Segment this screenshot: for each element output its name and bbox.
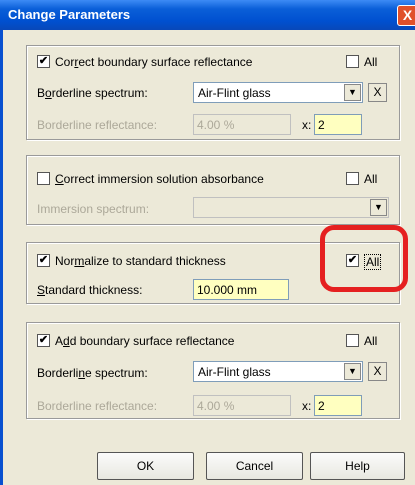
borderline-reflectance-label: Borderline reflectance:: [37, 118, 158, 132]
normalize-label: Normalize to standard thickness: [55, 254, 226, 268]
add-boundary-all-checkbox[interactable]: [346, 334, 359, 347]
immersion-spectrum-label: Immersion spectrum:: [37, 202, 150, 216]
add-clear-spectrum-button[interactable]: X: [368, 362, 387, 381]
add-borderline-spectrum-select[interactable]: Air-Flint glass ▼: [193, 361, 363, 382]
borderline-spectrum-value: Air-Flint glass: [198, 86, 271, 100]
correct-boundary-all-checkbox[interactable]: [346, 55, 359, 68]
add-factor-input[interactable]: 2: [314, 395, 362, 416]
correct-immersion-all-label: All: [364, 172, 378, 186]
standard-thickness-label: Standard thickness:: [37, 283, 143, 297]
add-boundary-checkbox[interactable]: ✔: [37, 334, 50, 347]
normalize-checkbox[interactable]: ✔: [37, 254, 50, 267]
title-bar[interactable]: Change Parameters X: [0, 0, 415, 30]
correct-boundary-checkbox[interactable]: ✔: [37, 55, 50, 68]
correct-immersion-all-checkbox[interactable]: [346, 172, 359, 185]
factor-label: x:: [302, 118, 312, 132]
help-button[interactable]: Help: [310, 452, 405, 480]
chevron-down-icon[interactable]: ▼: [344, 84, 361, 101]
borderline-spectrum-label: Borderline spectrum:: [37, 86, 148, 100]
borderline-spectrum-select[interactable]: Air-Flint glass ▼: [193, 82, 363, 103]
add-borderline-reflectance-label: Borderline reflectance:: [37, 399, 158, 413]
highlight-annotation: [320, 225, 408, 292]
immersion-spectrum-select: ▼: [193, 197, 389, 218]
clear-spectrum-button[interactable]: X: [368, 83, 387, 102]
factor-input[interactable]: 2: [314, 114, 362, 135]
add-borderline-spectrum-value: Air-Flint glass: [198, 365, 271, 379]
add-borderline-spectrum-label: Borderline spectrum:: [37, 366, 148, 380]
close-button[interactable]: X: [397, 5, 415, 26]
chevron-down-icon[interactable]: ▼: [344, 363, 361, 380]
chevron-down-icon: ▼: [370, 199, 387, 216]
correct-immersion-label: Correct immersion solution absorbance: [55, 172, 264, 186]
add-factor-label: x:: [302, 399, 312, 413]
borderline-reflectance-field: 4.00 %: [193, 114, 291, 135]
standard-thickness-input[interactable]: 10.000 mm: [193, 279, 289, 300]
correct-immersion-checkbox[interactable]: [37, 172, 50, 185]
add-boundary-label: Add boundary surface reflectance: [55, 334, 235, 348]
window-title: Change Parameters: [8, 7, 131, 22]
ok-button[interactable]: OK: [97, 452, 194, 480]
add-borderline-reflectance-field: 4.00 %: [193, 395, 291, 416]
cancel-button[interactable]: Cancel: [206, 452, 303, 480]
correct-boundary-all-label: All: [364, 55, 378, 69]
add-boundary-all-label: All: [364, 334, 378, 348]
correct-boundary-label: Correct boundary surface reflectance: [55, 55, 253, 69]
